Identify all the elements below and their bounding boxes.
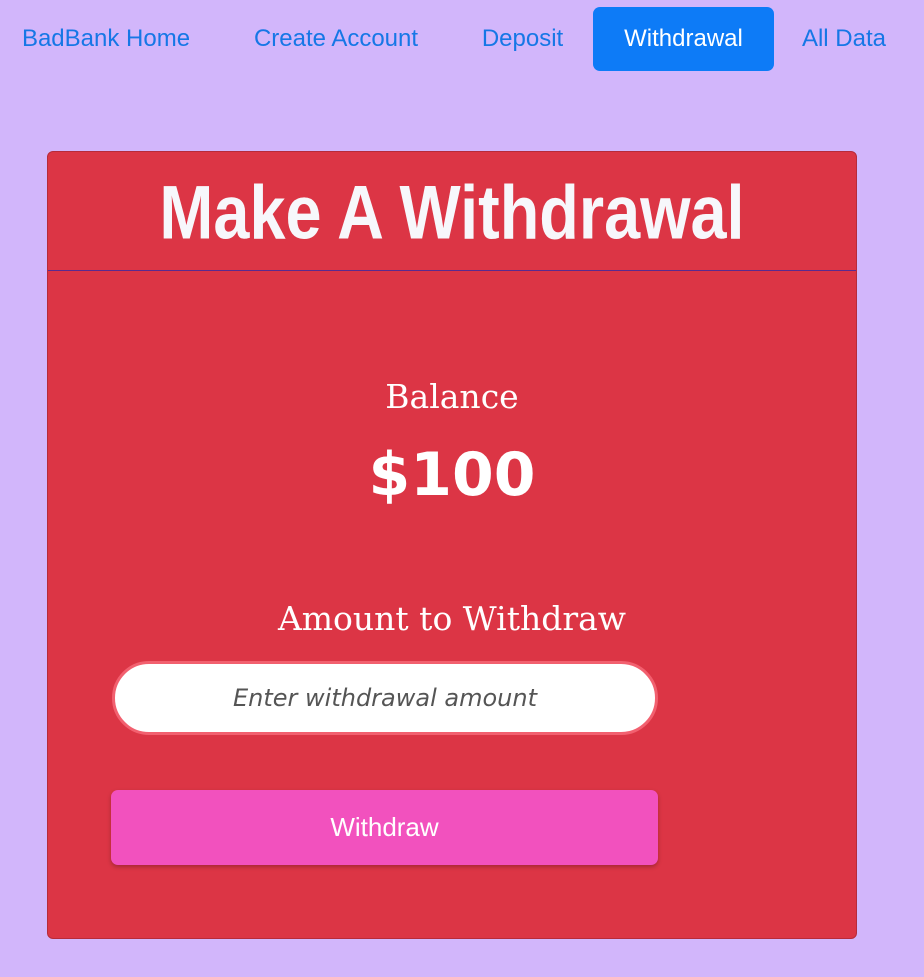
withdrawal-card: Make A Withdrawal Balance $100 Amount to…	[47, 151, 857, 939]
card-header: Make A Withdrawal	[48, 152, 856, 271]
card-title: Make A Withdrawal	[159, 170, 745, 256]
nav-link-withdrawal[interactable]: Withdrawal	[593, 7, 774, 71]
nav-link-create-account[interactable]: Create Account	[230, 7, 442, 71]
nav-link-deposit[interactable]: Deposit	[462, 7, 583, 71]
amount-label: Amount to Withdraw	[277, 599, 627, 638]
withdrawal-amount-input[interactable]	[112, 661, 658, 735]
nav-link-badbank-home[interactable]: BadBank Home	[0, 7, 212, 71]
top-navbar: BadBank Home Create Account Deposit With…	[0, 7, 924, 71]
balance-label: Balance	[385, 377, 519, 416]
withdraw-button[interactable]: Withdraw	[111, 790, 658, 865]
balance-value: $100	[368, 440, 536, 510]
nav-link-all-data[interactable]: All Data	[784, 7, 904, 71]
